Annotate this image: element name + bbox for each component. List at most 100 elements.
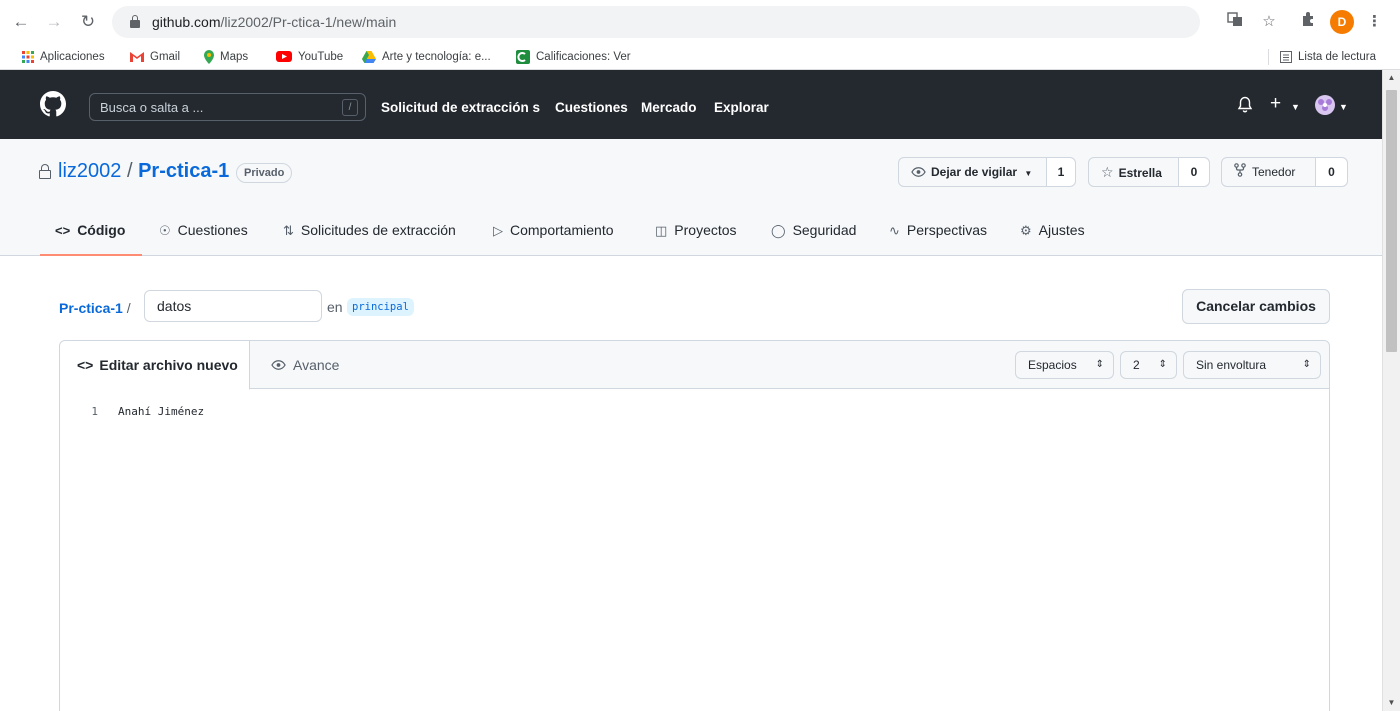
- tab-code[interactable]: <> Código: [40, 218, 142, 256]
- browser-chrome: ← → ↻ github.com/liz2002/Pr-ctica-1/new/…: [0, 0, 1400, 70]
- tab-projects[interactable]: ◫ Proyectos: [655, 218, 737, 256]
- pull-request-icon: ⇅: [283, 223, 294, 238]
- cancel-changes-button[interactable]: Cancelar cambios: [1182, 289, 1330, 324]
- profile-avatar[interactable]: D: [1330, 10, 1354, 34]
- tab-settings[interactable]: ⚙ Ajustes: [1020, 218, 1085, 256]
- tab-pull-requests[interactable]: ⇅ Solicitudes de extracción: [283, 218, 456, 256]
- select-arrows-icon: ⇕: [1095, 359, 1104, 370]
- bookmark-calificaciones[interactable]: Calificaciones: Ver: [516, 48, 631, 66]
- tab-edit-new-file[interactable]: <> Editar archivo nuevo: [60, 341, 250, 390]
- repo-title-separator: /: [126, 160, 133, 182]
- play-icon: ▷: [493, 223, 503, 238]
- gear-icon: ⚙: [1020, 223, 1032, 238]
- code-icon: <>: [55, 223, 71, 238]
- reload-icon[interactable]: ↻: [77, 11, 99, 33]
- bookmark-youtube[interactable]: YouTube: [276, 48, 343, 66]
- editor-toolbar: <> Editar archivo nuevo Avance Espacios ⇕ …: [60, 341, 1329, 390]
- translate-icon[interactable]: [1224, 11, 1246, 33]
- watch-caret-icon: ▼: [1024, 169, 1033, 178]
- reading-list[interactable]: Lista de lectura: [1280, 48, 1376, 66]
- indent-size-select[interactable]: 2 ⇕: [1120, 351, 1177, 379]
- youtube-icon: [276, 51, 292, 63]
- scrollbar-thumb[interactable]: [1386, 90, 1397, 352]
- repo-owner-link[interactable]: liz2002: [58, 160, 121, 182]
- tab-preview[interactable]: Avance: [271, 341, 339, 389]
- create-new-plus-icon[interactable]: +: [1270, 93, 1281, 115]
- scroll-down-arrow-icon[interactable]: ▼: [1383, 695, 1400, 711]
- user-avatar-icon[interactable]: [1315, 95, 1335, 119]
- notifications-bell-icon[interactable]: [1237, 96, 1253, 117]
- issue-icon: ☉: [159, 223, 171, 238]
- more-menu-icon[interactable]: ⋮: [1367, 11, 1382, 33]
- nav-marketplace[interactable]: Mercado: [641, 100, 697, 115]
- forward-icon[interactable]: →: [43, 11, 65, 33]
- tab-security[interactable]: ◯ Seguridad: [771, 218, 856, 256]
- bookmark-arte-tecnologia[interactable]: Arte y tecnología: e...: [362, 48, 491, 66]
- nav-pull-requests[interactable]: Solicitud de extracción s: [381, 100, 540, 115]
- gmail-icon: [130, 52, 144, 63]
- visibility-badge: Privado: [236, 163, 293, 183]
- drive-icon: [362, 50, 376, 63]
- file-editor: <> Editar archivo nuevo Avance Espacios ⇕ …: [59, 340, 1330, 711]
- code-line[interactable]: 1 Anahí Jiménez: [60, 402, 1329, 422]
- repo-header: liz2002 / Pr-ctica-1 Privado Dejar de vi…: [0, 139, 1382, 256]
- select-arrows-icon: ⇕: [1158, 359, 1167, 370]
- line-number: 1: [91, 405, 98, 418]
- search-input[interactable]: Busca o salta a ... /: [89, 93, 366, 121]
- private-lock-icon: [39, 164, 51, 179]
- fork-count[interactable]: 0: [1315, 158, 1347, 186]
- bookmarks-divider: [1268, 49, 1269, 65]
- shield-icon: ◯: [771, 223, 786, 238]
- url-text: github.com/liz2002/Pr-ctica-1/new/main: [152, 14, 397, 30]
- indent-mode-select[interactable]: Espacios ⇕: [1015, 351, 1114, 379]
- user-dropdown-caret-icon[interactable]: ▼: [1339, 102, 1348, 112]
- breadcrumb-separator: /: [126, 300, 131, 316]
- back-icon[interactable]: ←: [10, 11, 32, 33]
- branch-prefix-label: en: [327, 299, 343, 315]
- star-button[interactable]: ☆ Estrella 0: [1088, 157, 1210, 187]
- bookmark-gmail[interactable]: Gmail: [130, 48, 180, 66]
- reading-list-icon: [1280, 50, 1292, 63]
- star-icon: ☆: [1101, 164, 1114, 180]
- watch-button-label: Dejar de vigilar ▼: [911, 158, 1032, 186]
- tab-insights[interactable]: ∿ Perspectivas: [889, 218, 987, 256]
- breadcrumb-repo-link[interactable]: Pr-ctica-1: [59, 300, 123, 316]
- maps-pin-icon: [204, 49, 214, 64]
- classroom-icon: [516, 49, 530, 64]
- code-icon: <>: [77, 357, 94, 373]
- watch-button[interactable]: Dejar de vigilar ▼ 1: [898, 157, 1076, 187]
- tab-actions[interactable]: ▷ Comportamiento: [493, 218, 614, 256]
- search-shortcut-key: /: [342, 99, 358, 116]
- bookmark-maps[interactable]: Maps: [204, 48, 248, 66]
- eye-icon: [271, 360, 286, 370]
- filename-input[interactable]: [144, 290, 322, 322]
- search-placeholder: Busca o salta a ...: [100, 100, 204, 115]
- address-bar[interactable]: github.com/liz2002/Pr-ctica-1/new/main: [112, 6, 1200, 38]
- github-logo-icon[interactable]: [40, 91, 66, 117]
- wrap-mode-select[interactable]: Sin envoltura ⇕: [1183, 351, 1321, 379]
- code-line-text[interactable]: Anahí Jiménez: [118, 402, 204, 422]
- repo-tabs: <> Código ☉ Cuestiones ⇅ Solicitudes de ext…: [0, 218, 1382, 256]
- branch-name-badge: principal: [347, 298, 414, 316]
- extensions-icon[interactable]: [1297, 11, 1319, 33]
- bookmark-apps[interactable]: Aplicaciones: [22, 48, 105, 66]
- page-scrollbar[interactable]: ▲ ▼: [1382, 70, 1400, 711]
- watch-count[interactable]: 1: [1046, 158, 1075, 186]
- tab-issues[interactable]: ☉ Cuestiones: [159, 218, 248, 256]
- fork-button-label: Tenedor: [1234, 158, 1295, 186]
- nav-issues[interactable]: Cuestiones: [555, 100, 628, 115]
- scroll-up-arrow-icon[interactable]: ▲: [1383, 70, 1400, 86]
- star-button-label: ☆ Estrella: [1101, 164, 1162, 180]
- nav-explore[interactable]: Explorar: [714, 100, 769, 115]
- project-icon: ◫: [655, 223, 668, 238]
- star-bookmark-icon[interactable]: ☆: [1258, 11, 1280, 33]
- address-row: ← → ↻ github.com/liz2002/Pr-ctica-1/new/…: [0, 0, 1400, 44]
- fork-button[interactable]: Tenedor 0: [1221, 157, 1348, 187]
- repo-name-link[interactable]: Pr-ctica-1: [138, 160, 229, 182]
- star-count[interactable]: 0: [1178, 158, 1209, 186]
- select-arrows-icon: ⇕: [1302, 359, 1311, 370]
- create-dropdown-caret-icon[interactable]: ▼: [1291, 102, 1300, 112]
- graph-icon: ∿: [889, 223, 900, 238]
- fork-icon: [1234, 163, 1246, 177]
- repo-title: liz2002 / Pr-ctica-1: [58, 160, 229, 183]
